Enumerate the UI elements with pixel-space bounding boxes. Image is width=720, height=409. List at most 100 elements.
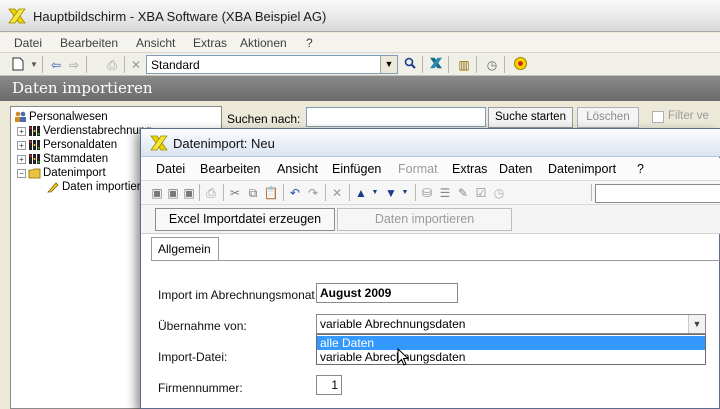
mouse-cursor-icon <box>397 348 409 366</box>
filter-checkbox[interactable] <box>652 111 664 123</box>
toolbar-separator <box>504 56 505 73</box>
traffic-light-icon <box>28 139 41 151</box>
search-start-button[interactable]: Suche starten <box>488 107 573 128</box>
chevron-down-icon[interactable]: ▼ <box>380 56 397 73</box>
dialog-menu-bar: Datei Bearbeiten Ansicht Einfügen Format… <box>141 158 720 180</box>
search-label: Suchen nach: <box>227 112 301 126</box>
close-icon[interactable]: ✕ <box>128 57 144 73</box>
print-icon[interactable]: ⎙ <box>203 185 219 201</box>
source-select-value: variable Abrechnungsdaten <box>320 317 466 331</box>
dialog-title-bar: Datenimport: Neu <box>141 129 720 157</box>
month-input[interactable]: August 2009 <box>316 283 458 303</box>
chevron-down-icon[interactable]: ▼ <box>688 315 705 333</box>
tree-item-personalwesen[interactable]: Personalwesen <box>14 110 108 124</box>
edit-icon[interactable]: ✎ <box>455 185 471 201</box>
dropdown-option-variable-data[interactable]: variable Abrechnungsdaten <box>317 350 705 364</box>
tree-item-verdienstabrechnung[interactable]: + Verdienstabrechnung <box>17 124 152 138</box>
library-icon[interactable]: ▥ <box>456 57 472 73</box>
delete-icon[interactable]: ✕ <box>329 185 345 201</box>
main-menu-extras[interactable]: Extras <box>193 36 227 50</box>
dialog-menu-einfuegen[interactable]: Einfügen <box>332 162 381 176</box>
pen-icon <box>47 181 60 193</box>
main-menu-aktionen[interactable]: Aktionen <box>240 36 287 50</box>
section-title: Daten importieren <box>12 79 153 97</box>
clear-button[interactable]: Löschen <box>577 107 639 128</box>
paste-icon[interactable]: 📋 <box>263 185 279 201</box>
toolbar-separator <box>325 184 326 201</box>
dialog-menu-ansicht[interactable]: Ansicht <box>277 162 318 176</box>
toolbar-separator <box>283 184 284 201</box>
firm-number-input[interactable]: 1 <box>316 375 342 395</box>
main-title-bar: Hauptbildschirm - XBA Software (XBA Beis… <box>0 0 720 32</box>
expand-icon[interactable]: + <box>17 154 26 164</box>
search-icon[interactable] <box>402 57 418 73</box>
dialog-title: Datenimport: Neu <box>173 136 275 151</box>
back-arrow-icon[interactable]: ⇦ <box>48 57 64 73</box>
tab-allgemein[interactable]: Allgemein <box>151 237 219 261</box>
clock-icon[interactable]: ◷ <box>491 185 507 201</box>
chevron-down-icon[interactable]: ▼ <box>26 57 42 73</box>
print-icon[interactable]: ⎙ <box>104 57 120 73</box>
xba-logo-icon <box>150 135 168 151</box>
collapse-icon[interactable]: − <box>17 168 26 178</box>
dialog-menu-daten[interactable]: Daten <box>499 162 532 176</box>
forward-arrow-icon[interactable]: ⇨ <box>66 57 82 73</box>
help-smiley-icon[interactable] <box>512 57 528 73</box>
redo-icon[interactable]: ↷ <box>305 185 321 201</box>
toolbar-separator <box>422 56 423 73</box>
list-icon[interactable]: ☰ <box>437 185 453 201</box>
dialog-menu-extras[interactable]: Extras <box>452 162 487 176</box>
create-excel-file-button[interactable]: Excel Importdatei erzeugen <box>155 208 335 231</box>
tree-item-stammdaten[interactable]: + Stammdaten <box>17 152 108 166</box>
view-select-value: Standard <box>151 58 200 72</box>
save-all-icon[interactable]: ▣ <box>181 185 197 201</box>
view-select[interactable]: Standard ▼ <box>146 55 398 74</box>
expand-icon[interactable]: + <box>17 140 26 150</box>
file-label: Import-Datei: <box>158 350 228 364</box>
chevron-down-icon[interactable]: ▼ <box>367 185 383 201</box>
import-dialog: Datenimport: Neu Datei Bearbeiten Ansich… <box>140 128 720 409</box>
tab-divider <box>151 260 720 261</box>
dialog-toolbar-select[interactable] <box>595 184 720 203</box>
dialog-menu-datei[interactable]: Datei <box>156 162 185 176</box>
save-icon[interactable]: ▣ <box>149 185 165 201</box>
toolbar-separator <box>349 184 350 201</box>
main-menu-help[interactable]: ? <box>306 36 313 50</box>
toolbar-separator <box>476 56 477 73</box>
traffic-light-icon <box>28 153 41 165</box>
source-label: Übernahme von: <box>158 319 247 333</box>
check-icon[interactable]: ☑ <box>473 185 489 201</box>
new-document-icon[interactable] <box>10 57 26 73</box>
xba-logo-icon <box>8 8 26 24</box>
cut-icon[interactable]: ✂ <box>227 185 243 201</box>
dialog-menu-format: Format <box>398 162 438 176</box>
main-menu-ansicht[interactable]: Ansicht <box>136 36 175 50</box>
main-menu-bar: Datei Bearbeiten Ansicht Extras Aktionen… <box>0 33 720 52</box>
dropdown-option-all-data[interactable]: alle Daten <box>317 336 705 350</box>
tree-item-personaldaten[interactable]: + Personaldaten <box>17 138 117 152</box>
tree-item-datenimport[interactable]: − Datenimport <box>17 166 106 180</box>
toolbar-separator <box>42 56 43 73</box>
folder-icon <box>28 167 41 179</box>
toolbar-separator <box>591 184 592 201</box>
month-label: Import im Abrechnungsmonat <box>158 288 315 302</box>
tree-item-daten-importieren[interactable]: Daten importieren <box>47 180 153 194</box>
dialog-menu-datenimport[interactable]: Datenimport <box>548 162 616 176</box>
clock-icon[interactable]: ◷ <box>484 57 500 73</box>
main-menu-bearbeiten[interactable]: Bearbeiten <box>60 36 118 50</box>
section-header: Daten importieren <box>0 76 720 101</box>
copy-icon[interactable]: ⧉ <box>245 185 261 201</box>
save-as-icon[interactable]: ▣ <box>165 185 181 201</box>
search-input[interactable] <box>306 107 486 127</box>
xba-logo-icon[interactable] <box>428 57 444 73</box>
dialog-menu-bearbeiten[interactable]: Bearbeiten <box>200 162 260 176</box>
dialog-menu-help[interactable]: ? <box>637 162 644 176</box>
expand-icon[interactable]: + <box>17 126 26 136</box>
main-menu-datei[interactable]: Datei <box>14 36 42 50</box>
traffic-light-icon <box>28 125 41 137</box>
undo-icon[interactable]: ↶ <box>287 185 303 201</box>
chevron-down-icon[interactable]: ▼ <box>397 185 413 201</box>
people-icon <box>14 111 27 123</box>
source-select[interactable]: variable Abrechnungsdaten ▼ <box>316 314 706 334</box>
filter-icon[interactable]: ⛁ <box>419 185 435 201</box>
